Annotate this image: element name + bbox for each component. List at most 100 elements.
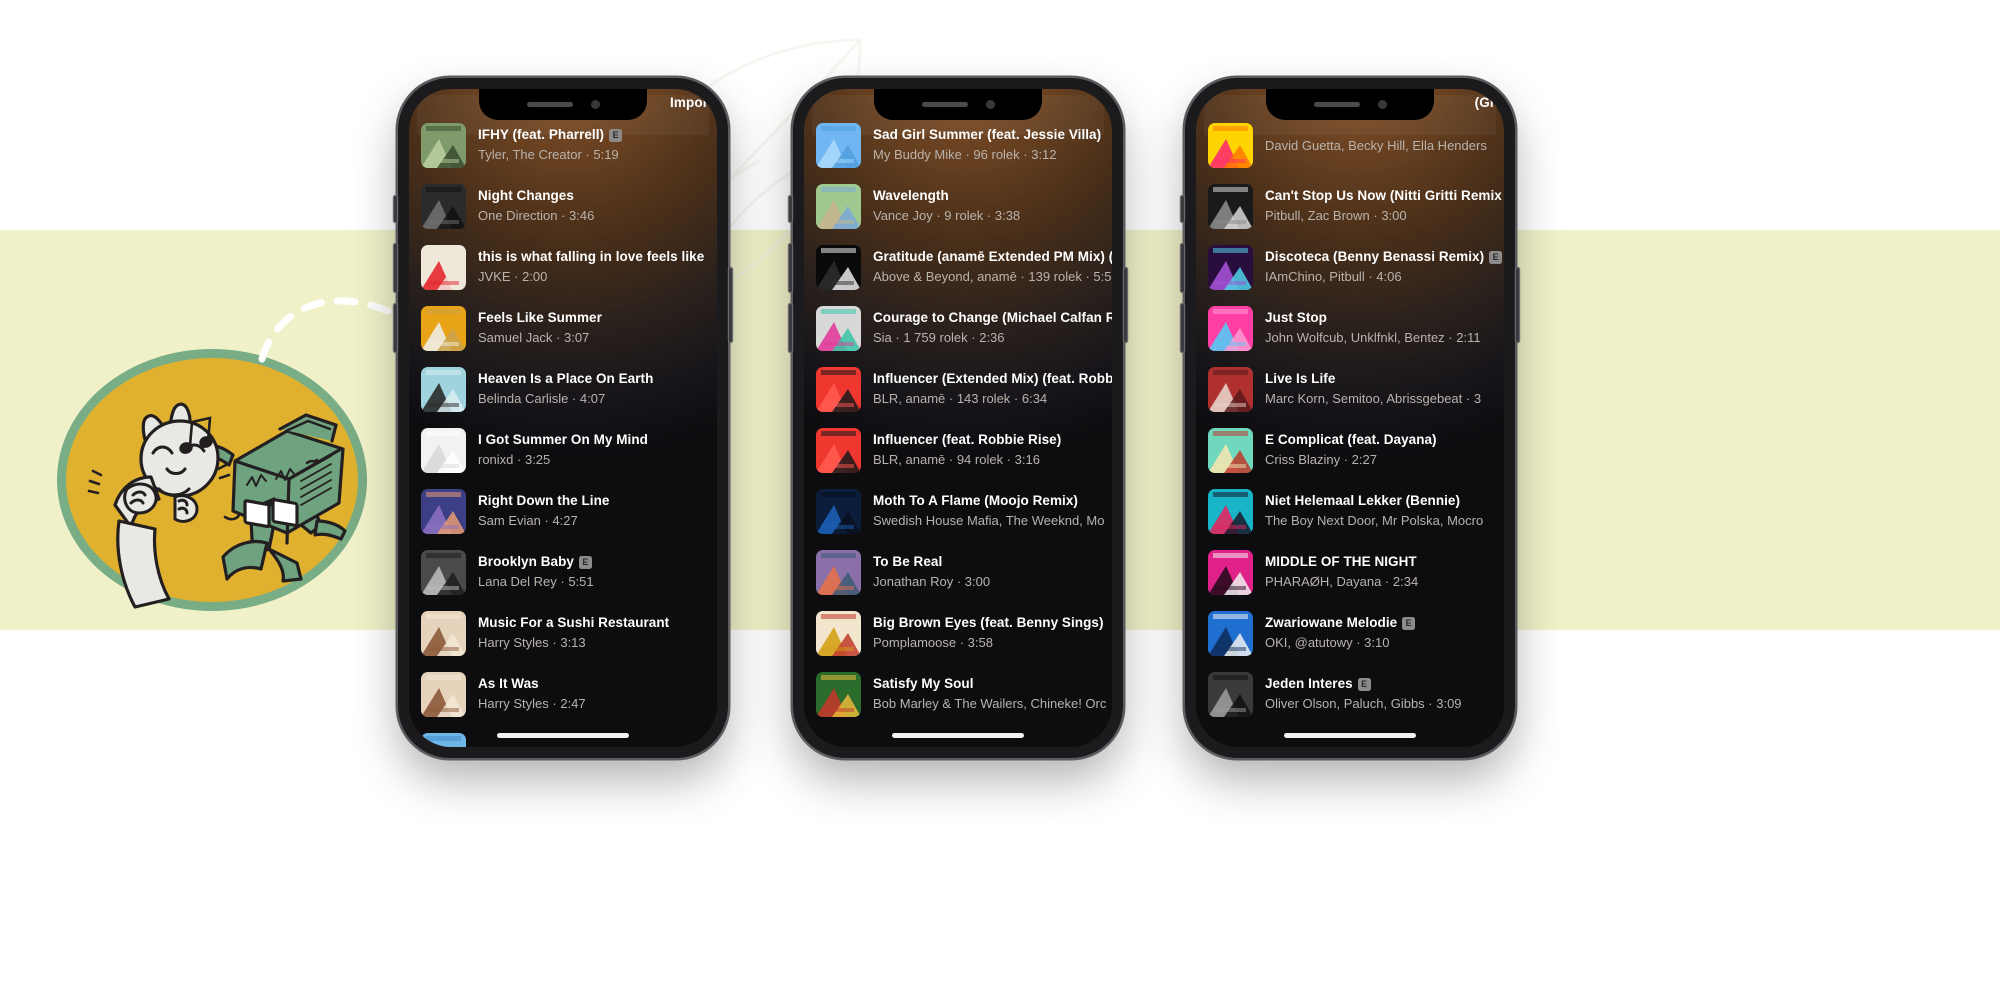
track-row[interactable]: Just Stop John Wolfcub, Unklfnkl, Bentez … (1196, 298, 1504, 359)
track-row[interactable]: Discoteca (Benny Benassi Remix) E IAmChino… (1196, 237, 1504, 298)
speaker-grill-icon (921, 102, 968, 107)
track-row[interactable]: Jeden Interes E Oliver Olson, Paluch, Gibb… (1196, 664, 1504, 725)
track-row[interactable]: Big Brown Eyes (feat. Benny Sings) Pompla… (804, 603, 1112, 664)
home-indicator-icon[interactable] (892, 733, 1024, 738)
home-indicator-icon[interactable] (1284, 733, 1416, 738)
track-title-text: To Be Real (873, 554, 943, 570)
track-row[interactable]: Wavelength Vance Joy · 9 rolek · 3:38 (804, 176, 1112, 237)
track-title: Discoteca (Benny Benassi Remix) E (1265, 248, 1504, 266)
track-row[interactable]: Right Down the Line Sam Evian · 4:27 (409, 481, 717, 542)
album-art-thumbnail (1208, 184, 1253, 229)
volume-down-button[interactable] (789, 304, 792, 352)
track-row[interactable]: Heaven Is a Place On Earth Belinda Carlis… (409, 359, 717, 420)
volume-down-button[interactable] (1181, 304, 1184, 352)
track-row[interactable]: this is what falling in love feels like J… (409, 237, 717, 298)
track-row[interactable]: Can't Stop Us Now (Nitti Gritti Remix Pit… (1196, 176, 1504, 237)
album-art-thumbnail (816, 306, 861, 351)
device-notch (874, 89, 1042, 120)
album-art-thumbnail (421, 184, 466, 229)
peek-title-left: Importu (670, 95, 717, 110)
track-row[interactable]: Sad Girl Summer (feat. Jessie Villa) My B… (804, 115, 1112, 176)
track-title: Influencer (feat. Robbie Rise) (873, 431, 1112, 449)
track-subtitle: John Wolfcub, Unklfnkl, Bentez · 2:11 (1265, 329, 1481, 345)
track-title-text: Zwariowane Melodie (1265, 615, 1398, 631)
track-title: To Be Real (873, 553, 1112, 571)
track-row[interactable]: IFHY (feat. Pharrell) E Tyler, The Creator… (409, 115, 717, 176)
track-subtitle: IAmChino, Pitbull · 4:06 (1265, 268, 1402, 284)
album-art-thumbnail (1208, 672, 1253, 717)
explicit-badge-icon: E (1357, 678, 1371, 692)
track-row[interactable]: Niet Helemaal Lekker (Bennie) The Boy Nex… (1196, 481, 1504, 542)
volume-up-button[interactable] (789, 244, 792, 292)
front-camera-icon (985, 100, 995, 109)
track-title: Sad Girl Summer (feat. Jessie Villa) (873, 126, 1112, 144)
peek-title-right: (Grafix Ext (1474, 95, 1504, 110)
track-title: Moth To A Flame (Moojo Remix) (873, 492, 1112, 510)
mute-switch[interactable] (789, 196, 792, 222)
track-row[interactable]: Moth To A Flame (Moojo Remix) Swedish Hou… (804, 481, 1112, 542)
album-art-thumbnail (816, 489, 861, 534)
track-row[interactable]: As It Was Harry Styles · 2:47 (409, 664, 717, 725)
track-subtitle: ronixd · 3:25 (478, 451, 551, 467)
power-button[interactable] (729, 268, 732, 342)
track-meta: Live Is Life Marc Korn, Semitoo, Abrissge… (1265, 370, 1504, 408)
power-button[interactable] (1124, 268, 1127, 342)
track-row[interactable]: Satisfy My Soul Bob Marley & The Wailers,… (804, 664, 1112, 725)
track-title-text: Wavelength (873, 188, 949, 204)
track-title: Big Brown Eyes (feat. Benny Sings) (873, 614, 1112, 632)
track-row[interactable]: Music For a Sushi Restaurant Harry Styles… (409, 603, 717, 664)
track-subtitle: Lana Del Rey · 5:51 (478, 573, 594, 589)
album-art-thumbnail (1208, 245, 1253, 290)
track-row[interactable]: Gratitude (anamē Extended PM Mix) (f Abov… (804, 237, 1112, 298)
track-subtitle: Samuel Jack · 3:07 (478, 329, 590, 345)
track-list-left[interactable]: IFHY (feat. Pharrell) E Tyler, The Creator… (409, 89, 717, 747)
track-row[interactable]: Zwariowane Melodie E OKI, @atutowy · 3:10 (1196, 603, 1504, 664)
track-title: Just Stop (1265, 309, 1504, 327)
track-row[interactable]: Influencer (Extended Mix) (feat. Robbi BL… (804, 359, 1112, 420)
track-meta: Gratitude (anamē Extended PM Mix) (f Abov… (873, 248, 1112, 286)
track-title-text: IFHY (feat. Pharrell) (478, 127, 605, 143)
track-row[interactable]: Night Changes One Direction · 3:46 (409, 176, 717, 237)
track-meta: Just Stop John Wolfcub, Unklfnkl, Bentez … (1265, 309, 1504, 347)
track-title-text: Moth To A Flame (Moojo Remix) (873, 493, 1078, 509)
track-row[interactable]: Influencer (feat. Robbie Rise) BLR, anamē… (804, 420, 1112, 481)
track-subtitle: One Direction · 3:46 (478, 207, 595, 223)
mute-switch[interactable] (394, 196, 397, 222)
track-title: Zwariowane Melodie E (1265, 614, 1504, 632)
track-subtitle: BLR, anamē · 143 rolek · 6:34 (873, 390, 1048, 406)
track-list-right[interactable]: David Guetta, Becky Hill, Ella Henders Ca… (1196, 89, 1504, 747)
track-row[interactable]: Courage to Change (Michael Calfan Re Sia … (804, 298, 1112, 359)
track-subtitle: Pitbull, Zac Brown · 3:00 (1265, 207, 1407, 223)
track-row[interactable]: Feels Like Summer Samuel Jack · 3:07 (409, 298, 717, 359)
album-art-thumbnail (1208, 428, 1253, 473)
device-notch (1266, 89, 1434, 120)
track-row[interactable]: To Be Real Jonathan Roy · 3:00 (804, 542, 1112, 603)
track-title-text: MIDDLE OF THE NIGHT (1265, 554, 1417, 570)
track-row[interactable]: I Got Summer On My Mind ronixd · 3:25 (409, 420, 717, 481)
volume-up-button[interactable] (394, 244, 397, 292)
track-row[interactable]: E Complicat (feat. Dayana) Criss Blaziny … (1196, 420, 1504, 481)
track-title-text: Influencer (Extended Mix) (feat. Robbi (873, 371, 1112, 387)
track-row[interactable]: David Guetta, Becky Hill, Ella Henders (1196, 115, 1504, 176)
power-button[interactable] (1516, 268, 1519, 342)
volume-down-button[interactable] (394, 304, 397, 352)
track-subtitle: Oliver Olson, Paluch, Gibbs · 3:09 (1265, 695, 1462, 711)
track-meta: IFHY (feat. Pharrell) E Tyler, The Creator… (478, 126, 717, 164)
album-art-thumbnail (816, 672, 861, 717)
track-subtitle: Marc Korn, Semitoo, Abrissgebeat · 3 (1265, 390, 1482, 406)
track-title-text: this is what falling in love feels like (478, 249, 705, 265)
album-art-thumbnail (421, 489, 466, 534)
track-title: IFHY (feat. Pharrell) E (478, 126, 717, 144)
track-row[interactable]: Live Is Life Marc Korn, Semitoo, Abrissge… (1196, 359, 1504, 420)
track-title: Niet Helemaal Lekker (Bennie) (1265, 492, 1504, 510)
track-list-middle[interactable]: Sad Girl Summer (feat. Jessie Villa) My B… (804, 89, 1112, 747)
mute-switch[interactable] (1181, 196, 1184, 222)
home-indicator-icon[interactable] (497, 733, 629, 738)
track-row[interactable]: Brooklyn Baby E Lana Del Rey · 5:51 (409, 542, 717, 603)
track-row[interactable]: MIDDLE OF THE NIGHT PHARAØH, Dayana · 2:3… (1196, 542, 1504, 603)
track-title: MIDDLE OF THE NIGHT (1265, 553, 1504, 571)
track-title-text: Influencer (feat. Robbie Rise) (873, 432, 1062, 448)
track-subtitle: Bob Marley & The Wailers, Chineke! Orc (873, 695, 1107, 711)
track-title: Satisfy My Soul (873, 675, 1112, 693)
volume-up-button[interactable] (1181, 244, 1184, 292)
